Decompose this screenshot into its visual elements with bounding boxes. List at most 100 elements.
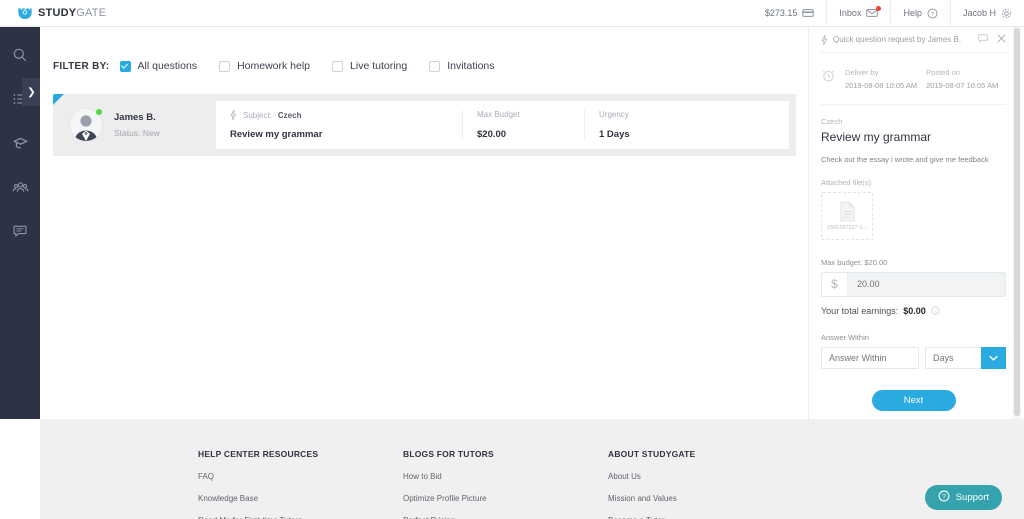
bid-amount-input[interactable] xyxy=(848,272,1005,296)
footer-link[interactable]: FAQ xyxy=(198,472,403,481)
posted-on-block: Posted on 2019-08-07 10:05 AM xyxy=(926,66,998,92)
footer-heading: ABOUT STUDYGATE xyxy=(608,449,696,459)
chat-icon xyxy=(13,225,27,237)
sidebar-item-tutoring[interactable] xyxy=(8,131,32,155)
scrollbar-thumb[interactable] xyxy=(1014,28,1020,416)
footer-link[interactable]: Knowledge Base xyxy=(198,494,403,503)
question-circle-icon: ? xyxy=(938,490,950,505)
lightning-icon xyxy=(230,110,237,120)
graduation-cap-icon xyxy=(13,137,27,148)
user-item[interactable]: Jacob H xyxy=(949,0,1024,27)
sidebar-expand-toggle[interactable]: ❯ xyxy=(22,78,41,106)
sidebar-item-search[interactable] xyxy=(8,43,32,67)
answer-within-row: Days xyxy=(821,346,1006,369)
detail-panel-actions xyxy=(978,34,1006,45)
urgency-label: Urgency xyxy=(599,110,629,119)
svg-text:?: ? xyxy=(931,11,935,17)
checkbox-invitations[interactable] xyxy=(429,60,441,72)
footer-link[interactable]: Mission and Values xyxy=(608,494,813,503)
student-info: James B. Status: New xyxy=(114,112,214,138)
detail-panel-header: Quick question request by James B. xyxy=(821,27,1006,53)
filter-option-live-tutoring[interactable]: Live tutoring xyxy=(332,60,407,72)
svg-text:?: ? xyxy=(942,494,946,501)
deliver-by-block: Deliver by 2019-08-08 10:05 AM xyxy=(845,66,917,92)
filter-option-all-questions[interactable]: All questions xyxy=(119,60,197,72)
chevron-down-icon[interactable] xyxy=(981,346,1006,369)
unit-value: Days xyxy=(933,352,954,363)
question-card[interactable]: James B. Status: New Subject: Czech Revi… xyxy=(53,94,796,156)
inbox-label: Inbox xyxy=(839,8,862,18)
inbox-item[interactable]: Inbox xyxy=(826,0,890,27)
bid-amount-field[interactable]: $ xyxy=(821,271,1006,297)
chat-icon[interactable] xyxy=(978,34,988,45)
search-icon xyxy=(13,48,27,62)
studygate-castle-icon xyxy=(18,8,32,19)
balance-amount: $273.15 xyxy=(764,8,798,18)
total-earnings-row: Your total earnings: $0.00 ? xyxy=(821,306,1006,316)
sidebar-item-students[interactable] xyxy=(8,175,32,199)
attached-file-thumbnail[interactable]: 1565197537-1... xyxy=(821,191,873,240)
question-subject-col: Subject: Czech Review my grammar xyxy=(216,110,462,140)
card-corner-accent xyxy=(53,94,64,105)
detail-description: Check out the essay i wrote and give me … xyxy=(821,155,989,165)
detail-subject: Czech xyxy=(821,117,843,127)
question-detail-strip: Subject: Czech Review my grammar Max Bud… xyxy=(216,101,789,149)
footer-heading: HELP CENTER RESOURCES xyxy=(198,449,319,459)
document-icon xyxy=(839,201,855,222)
footer-column-blogs: BLOGS FOR TUTORS How to Bid Optimize Pro… xyxy=(403,449,608,519)
subject-label: Subject: xyxy=(243,110,272,120)
close-icon[interactable] xyxy=(997,34,1006,45)
posted-on-value: 2019-08-07 10:05 AM xyxy=(926,81,999,91)
urgency-value: 1 Days xyxy=(599,129,630,140)
checkbox-all-questions[interactable] xyxy=(119,60,131,72)
footer-link[interactable]: About Us xyxy=(608,472,813,481)
budget-label: Max Budget xyxy=(477,110,520,119)
support-button[interactable]: ? Support xyxy=(924,485,1002,510)
footer-link[interactable]: Optimize Profile Picture xyxy=(403,494,608,503)
users-icon xyxy=(12,181,28,192)
deliver-by-label: Deliver by xyxy=(845,68,879,77)
student-name: James B. xyxy=(114,112,156,123)
answer-within-unit-select[interactable]: Days xyxy=(925,346,1006,369)
header-actions: $273.15 Inbox Help ? Jacob H xyxy=(753,0,1024,27)
posted-on-label: Posted on xyxy=(926,68,960,77)
answer-within-input[interactable] xyxy=(821,346,919,369)
next-button[interactable]: Next xyxy=(871,389,956,411)
question-circle-icon: ? xyxy=(927,8,938,19)
detail-dates: Deliver by 2019-08-08 10:05 AM Posted on… xyxy=(821,53,1006,106)
brand-logo[interactable]: STUDYGATE xyxy=(17,5,106,21)
detail-panel-title: Quick question request by James B. xyxy=(833,35,962,44)
help-label: Help xyxy=(903,8,922,18)
help-item[interactable]: Help ? xyxy=(890,0,950,27)
checkbox-homework-help[interactable] xyxy=(219,60,231,72)
filter-bar: FILTER BY: All questions Homework help L… xyxy=(40,27,808,72)
filter-option-label: Homework help xyxy=(237,60,311,72)
subject-value: Czech xyxy=(277,110,302,120)
filter-option-homework-help[interactable]: Homework help xyxy=(219,60,310,72)
total-earnings-value: $0.00 xyxy=(903,305,926,316)
footer-link[interactable]: How to Bid xyxy=(403,472,608,481)
total-earnings-label: Your total earnings: xyxy=(821,305,899,316)
question-title: Review my grammar xyxy=(230,129,323,140)
gear-icon[interactable] xyxy=(1001,8,1012,19)
online-status-dot xyxy=(95,108,103,116)
brand-bold: STUDY xyxy=(38,7,77,19)
subject-label-row: Subject: Czech xyxy=(230,110,448,120)
filter-label: FILTER BY: xyxy=(53,60,110,72)
user-name: Jacob H xyxy=(962,8,996,18)
balance-item[interactable]: $273.15 xyxy=(753,0,827,27)
footer-heading: BLOGS FOR TUTORS xyxy=(403,449,494,459)
question-detail-panel: Quick question request by James B. Deliv… xyxy=(808,27,1018,419)
page-footer: HELP CENTER RESOURCES FAQ Knowledge Base… xyxy=(40,419,1024,519)
inbox-notification-badge xyxy=(876,5,882,11)
student-status: Status: New xyxy=(114,128,160,138)
footer-left-spacer xyxy=(0,419,40,519)
checkbox-live-tutoring[interactable] xyxy=(332,60,344,72)
question-circle-icon[interactable]: ? xyxy=(931,306,940,315)
sidebar-item-messages[interactable] xyxy=(8,219,32,243)
filter-option-invitations[interactable]: Invitations xyxy=(429,60,495,72)
top-header: STUDYGATE $273.15 Inbox Help ? Jacob H xyxy=(0,0,1024,27)
answer-within-label: Answer Within xyxy=(821,332,869,342)
avatar-wrapper xyxy=(69,108,103,142)
max-budget-label: Max budget: $20.00 xyxy=(821,257,888,267)
